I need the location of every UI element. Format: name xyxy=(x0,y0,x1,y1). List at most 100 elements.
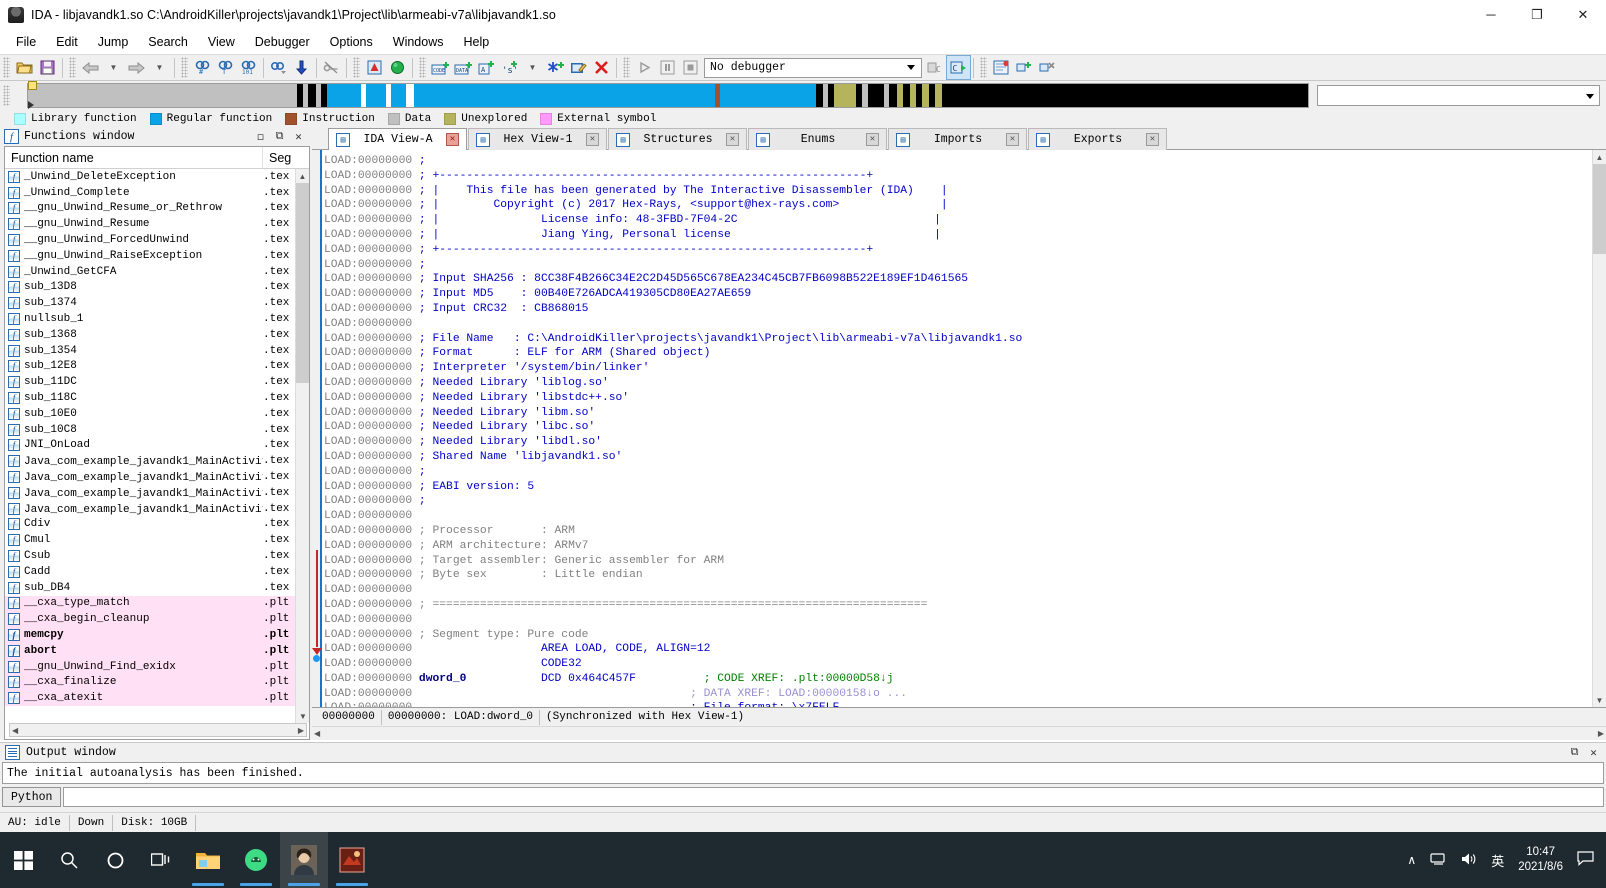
disassembly-line[interactable]: LOAD:00000000 AREA LOAD, CODE, ALIGN=12 xyxy=(324,642,1592,657)
table-row[interactable]: f __cxa_type_match .plt xyxy=(5,595,309,612)
run-green-icon[interactable] xyxy=(386,56,409,79)
table-row[interactable]: f JNI_OnLoad .tex xyxy=(5,438,309,454)
fw-maximize-button[interactable]: ◻ xyxy=(252,129,269,144)
table-row[interactable]: f _Unwind_Complete .tex xyxy=(5,185,309,201)
disassembly-line[interactable]: LOAD:00000000 ; Needed Library 'liblog.s… xyxy=(324,376,1592,391)
disassembly-line[interactable]: LOAD:00000000 xyxy=(324,613,1592,628)
table-row[interactable]: f Java_com_example_javandk1_MainActivity⋯… xyxy=(5,501,309,517)
ow-restore-button[interactable]: ⧉ xyxy=(1566,745,1583,760)
functions-list-scrollbar[interactable]: ▲ ▼ xyxy=(295,169,309,723)
fw-restore-button[interactable]: ⧉ xyxy=(271,129,288,144)
menu-item-windows[interactable]: Windows xyxy=(383,32,454,52)
table-row[interactable]: f Java_com_example_javandk1_MainActivity⋯… xyxy=(5,485,309,501)
scroll-left-icon[interactable]: ◀ xyxy=(12,726,18,735)
tab-ida-view-a[interactable]: ▤ IDA View-A ✕ xyxy=(328,128,467,150)
menu-item-debugger[interactable]: Debugger xyxy=(245,32,320,52)
disassembly-listing[interactable]: LOAD:00000000 ; LOAD:00000000 ; +--------… xyxy=(320,150,1592,707)
output-log[interactable]: The initial autoanalysis has been finish… xyxy=(2,762,1604,784)
notification-center-icon[interactable] xyxy=(1577,851,1594,869)
table-row[interactable]: f sub_1354 .tex xyxy=(5,343,309,359)
disassembly-view[interactable]: LOAD:00000000 ; LOAD:00000000 ; +--------… xyxy=(312,150,1606,707)
debugger-select[interactable]: No debugger xyxy=(704,57,922,78)
search-icon[interactable] xyxy=(46,832,92,888)
close-button[interactable]: ✕ xyxy=(1560,0,1606,30)
disassembly-line[interactable]: LOAD:00000000 ; EABI version: 5 xyxy=(324,480,1592,495)
navigation-band[interactable] xyxy=(27,81,1309,109)
table-row[interactable]: f __cxa_atexit .plt xyxy=(5,690,309,707)
minimize-button[interactable]: ─ xyxy=(1468,0,1514,30)
navband-jump-box[interactable] xyxy=(1317,85,1600,106)
search-binary-icon[interactable]: 101 xyxy=(237,56,260,79)
search-next-icon[interactable] xyxy=(267,56,290,79)
disassembly-line[interactable]: LOAD:00000000 ; DATA XREF: LOAD:00000158… xyxy=(324,687,1592,702)
disassembly-line[interactable]: LOAD:00000000 xyxy=(324,583,1592,598)
disassembly-line[interactable]: LOAD:00000000 CODE32 xyxy=(324,657,1592,672)
disassembly-line[interactable]: LOAD:00000000 ; | License info: 48-3FBD-… xyxy=(324,213,1592,228)
no-key-icon[interactable] xyxy=(320,56,343,79)
table-row[interactable]: f _Unwind_GetCFA .tex xyxy=(5,264,309,280)
network-icon[interactable] xyxy=(1430,852,1447,869)
scroll-thumb[interactable] xyxy=(296,183,309,383)
string-dropdown-icon[interactable]: ▼ xyxy=(521,56,544,79)
jump-down-icon[interactable] xyxy=(290,56,313,79)
disassembly-line[interactable]: LOAD:00000000 dword_0 DCD 0x464C457F ; C… xyxy=(324,672,1592,687)
navband-grip[interactable] xyxy=(3,85,10,106)
table-row[interactable]: f __gnu_Unwind_ForcedUnwind .tex xyxy=(5,232,309,248)
close-icon[interactable]: ✕ xyxy=(1146,133,1159,146)
disassembly-line[interactable]: LOAD:00000000 ; | This file has been gen… xyxy=(324,184,1592,199)
table-row[interactable]: f abort .plt xyxy=(5,642,309,659)
debug-stop-icon[interactable] xyxy=(679,56,702,79)
toolbar-grip-3[interactable] xyxy=(181,57,188,78)
table-row[interactable]: f __gnu_Unwind_RaiseException .tex xyxy=(5,248,309,264)
debug-pause-icon[interactable] xyxy=(656,56,679,79)
cli-language-button[interactable]: Python xyxy=(2,787,62,807)
make-array-icon[interactable]: A xyxy=(475,56,498,79)
table-row[interactable]: f sub_10E0 .tex xyxy=(5,406,309,422)
table-row[interactable]: f Cmul .tex xyxy=(5,532,309,548)
toolbar-grip-6[interactable] xyxy=(623,57,630,78)
table-row[interactable]: f sub_13D8 .tex xyxy=(5,280,309,296)
disassembly-line[interactable]: LOAD:00000000 ; Processor : ARM xyxy=(324,524,1592,539)
table-row[interactable]: f sub_10C8 .tex xyxy=(5,422,309,438)
table-row[interactable]: f __gnu_Unwind_Find_exidx .plt xyxy=(5,658,309,675)
task-view-icon[interactable] xyxy=(138,832,184,888)
back-dropdown-icon[interactable]: ▼ xyxy=(102,56,125,79)
decompile-active-icon[interactable]: C xyxy=(946,55,971,80)
toolbar-grip[interactable] xyxy=(3,57,10,78)
fw-close-button[interactable]: ✕ xyxy=(290,129,307,144)
disassembly-line[interactable]: LOAD:00000000 ; Needed Library 'libstdc+… xyxy=(324,391,1592,406)
cortana-icon[interactable] xyxy=(92,832,138,888)
table-row[interactable]: f Csub .tex xyxy=(5,548,309,564)
back-arrow-icon[interactable] xyxy=(79,56,102,79)
forward-arrow-icon[interactable] xyxy=(125,56,148,79)
disassembly-line[interactable]: LOAD:00000000 ; Target assembler: Generi… xyxy=(324,554,1592,569)
table-row[interactable]: f sub_DB4 .tex xyxy=(5,580,309,596)
table-row[interactable]: f __cxa_finalize .plt xyxy=(5,674,309,691)
disassembly-line[interactable]: LOAD:00000000 xyxy=(324,509,1592,524)
scroll-right-icon[interactable]: ▶ xyxy=(298,726,304,735)
disassembly-line[interactable]: LOAD:00000000 ; Input SHA256 : 8CC38F4B2… xyxy=(324,272,1592,287)
start-button[interactable] xyxy=(0,832,46,888)
menu-item-file[interactable]: File xyxy=(6,32,46,52)
toolbar-grip-2[interactable] xyxy=(69,57,76,78)
disassembly-scrollbar[interactable]: ▲ ▼ xyxy=(1592,150,1606,707)
table-row[interactable]: f __cxa_begin_cleanup .plt xyxy=(5,611,309,628)
search-hash-icon[interactable]: # xyxy=(191,56,214,79)
table-row[interactable]: f __gnu_Unwind_Resume_or_Rethrow .tex xyxy=(5,201,309,217)
disassembly-line[interactable]: LOAD:00000000 ; Input CRC32 : CB868015 xyxy=(324,302,1592,317)
ida-taskbar-icon[interactable] xyxy=(328,832,376,888)
open-file-icon[interactable] xyxy=(13,56,36,79)
ime-language-icon[interactable]: 英 xyxy=(1491,851,1504,870)
disassembly-line[interactable]: LOAD:00000000 ; xyxy=(324,465,1592,480)
table-row[interactable]: f _Unwind_DeleteException .tex xyxy=(5,169,309,185)
tab-enums[interactable]: ▤ Enums ✕ xyxy=(748,128,887,150)
scroll-up-icon[interactable]: ▲ xyxy=(1593,150,1606,164)
scroll-up-icon[interactable]: ▲ xyxy=(296,169,309,183)
close-icon[interactable]: ✕ xyxy=(446,133,459,146)
del-bpt-icon[interactable] xyxy=(1036,56,1059,79)
scroll-right-icon[interactable]: ▶ xyxy=(1598,729,1604,738)
menu-item-jump[interactable]: Jump xyxy=(88,32,139,52)
decompile-icon[interactable]: C xyxy=(924,56,947,79)
disassembly-line[interactable]: LOAD:00000000 ; Input MD5 : 00B40E726ADC… xyxy=(324,287,1592,302)
disassembly-line[interactable]: LOAD:00000000 ; Needed Library 'libc.so' xyxy=(324,420,1592,435)
